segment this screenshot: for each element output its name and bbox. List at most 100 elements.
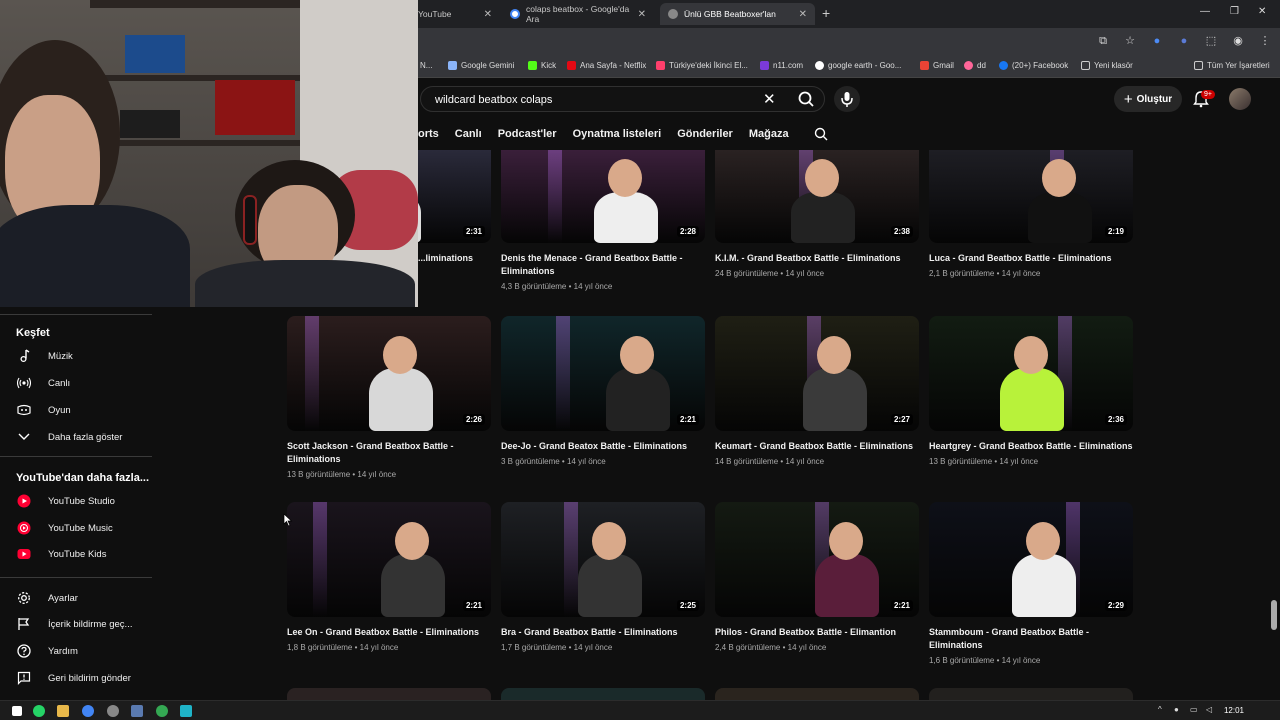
sidebar-item-youtube-kids[interactable]: YouTube Kids bbox=[16, 544, 106, 564]
app-icon[interactable] bbox=[180, 705, 192, 717]
bookmark-item[interactable]: Ana Sayfa - Netflix bbox=[567, 61, 646, 70]
video-title[interactable]: Scott Jackson - Grand Beatbox Battle - E… bbox=[287, 440, 491, 466]
sidebar-item-live[interactable]: Canlı bbox=[16, 373, 70, 393]
chrome-profile-icon[interactable] bbox=[156, 705, 168, 717]
bookmark-item[interactable]: Kick bbox=[528, 61, 556, 70]
extension-icon[interactable]: ● bbox=[1177, 34, 1191, 48]
video-thumbnail[interactable]: 2:29 bbox=[929, 502, 1133, 617]
app-icon[interactable] bbox=[131, 705, 143, 717]
video-thumbnail[interactable]: 2:21 bbox=[715, 502, 919, 617]
video-title[interactable]: Dee-Jo - Grand Beatox Battle - Eliminati… bbox=[501, 440, 705, 453]
chrome-icon[interactable] bbox=[82, 705, 94, 717]
tab-live[interactable]: Canlı bbox=[455, 128, 482, 140]
sidebar-item-youtube-studio[interactable]: YouTube Studio bbox=[16, 491, 115, 511]
video-card[interactable]: 2:38 K.I.M. - Grand Beatbox Battle - Elim… bbox=[715, 150, 919, 278]
tab-shorts[interactable]: orts bbox=[418, 128, 439, 140]
new-tab-icon[interactable]: + bbox=[822, 5, 830, 21]
close-icon[interactable]: ✕ bbox=[638, 9, 646, 20]
search-input[interactable] bbox=[435, 91, 755, 109]
video-thumbnail-partial[interactable] bbox=[929, 688, 1133, 700]
restore-icon[interactable]: ❐ bbox=[1230, 6, 1239, 17]
avatar[interactable] bbox=[1229, 88, 1251, 110]
video-card[interactable]: 2:25 Bra - Grand Beatbox Battle - Elimina… bbox=[501, 502, 705, 652]
video-title[interactable]: Keumart - Grand Beatbox Battle - Elimina… bbox=[715, 440, 919, 453]
video-card[interactable]: 2:19 Luca - Grand Beatbox Battle - Elimin… bbox=[929, 150, 1133, 278]
tab-google-search[interactable]: colaps beatbox - Google'da Ara ✕ bbox=[502, 3, 654, 25]
video-card[interactable]: 2:29 Stammboum - Grand Beatbox Battle - E… bbox=[929, 502, 1133, 665]
video-thumbnail[interactable]: 2:28 bbox=[501, 150, 705, 243]
extensions-puzzle-icon[interactable]: ⬚ bbox=[1204, 34, 1218, 48]
create-button[interactable]: + Oluştur bbox=[1114, 86, 1182, 112]
video-thumbnail[interactable]: 2:21 bbox=[501, 316, 705, 431]
video-title[interactable]: Heartgrey - Grand Beatbox Battle - Elimi… bbox=[929, 440, 1133, 453]
close-window-icon[interactable]: ✕ bbox=[1258, 6, 1266, 17]
menu-kebab-icon[interactable]: ⋮ bbox=[1258, 34, 1272, 48]
video-title[interactable]: Lee On - Grand Beatbox Battle - Eliminat… bbox=[287, 626, 491, 639]
voice-search-button[interactable] bbox=[834, 86, 860, 112]
bookmark-item[interactable]: dd bbox=[964, 61, 986, 70]
bookmark-item[interactable]: Türkiye'deki İkinci El... bbox=[656, 61, 748, 70]
video-thumbnail[interactable]: 2:19 bbox=[929, 150, 1133, 243]
sidebar-item-youtube-music[interactable]: YouTube Music bbox=[16, 518, 113, 538]
bookmark-item[interactable]: n11.com bbox=[760, 61, 803, 70]
clock[interactable]: 12:01 bbox=[1224, 706, 1244, 715]
start-menu-icon[interactable] bbox=[12, 706, 22, 716]
video-thumbnail-partial[interactable] bbox=[715, 688, 919, 700]
bookmark-item[interactable]: Gmail bbox=[920, 61, 954, 70]
sidebar-item-report-history[interactable]: İçerik bildirme geç... bbox=[16, 614, 132, 634]
video-title[interactable]: Denis the Menace - Grand Beatbox Battle … bbox=[501, 252, 705, 278]
file-explorer-icon[interactable] bbox=[57, 705, 69, 717]
video-card[interactable]: 2:26 Scott Jackson - Grand Beatbox Battle… bbox=[287, 316, 491, 479]
whatsapp-icon[interactable] bbox=[33, 705, 45, 717]
close-icon[interactable]: ✕ bbox=[799, 9, 807, 20]
microphone-tray-icon[interactable]: ● bbox=[1174, 705, 1179, 714]
bookmark-item[interactable]: (20+) Facebook bbox=[999, 61, 1068, 70]
tray-chevron-icon[interactable]: ^ bbox=[1158, 705, 1162, 714]
bookmark-item[interactable]: N... bbox=[420, 61, 432, 70]
close-icon[interactable]: ✕ bbox=[484, 9, 492, 20]
sidebar-item-feedback[interactable]: Geri bildirim gönder bbox=[16, 668, 131, 688]
bookmark-item[interactable]: Google Gemini bbox=[448, 61, 514, 70]
tab-posts[interactable]: Gönderiler bbox=[677, 128, 733, 140]
volume-icon[interactable]: ◁ bbox=[1206, 705, 1212, 714]
network-icon[interactable]: ▭ bbox=[1190, 705, 1198, 714]
video-card[interactable]: 2:28 Denis the Menace - Grand Beatbox Bat… bbox=[501, 150, 705, 291]
app-icon[interactable] bbox=[107, 705, 119, 717]
video-title[interactable]: Stammboum - Grand Beatbox Battle - Elimi… bbox=[929, 626, 1133, 652]
bookmark-star-icon[interactable]: ☆ bbox=[1123, 34, 1137, 48]
video-thumbnail[interactable]: 2:27 bbox=[715, 316, 919, 431]
sidebar-item-settings[interactable]: Ayarlar bbox=[16, 588, 78, 608]
video-thumbnail[interactable]: 2:25 bbox=[501, 502, 705, 617]
channel-search-icon[interactable] bbox=[813, 126, 829, 142]
tab-podcasts[interactable]: Podcast'ler bbox=[498, 128, 557, 140]
scrollbar-thumb[interactable] bbox=[1271, 600, 1277, 630]
tab-gbb-beatboxers[interactable]: Ünlü GBB Beatboxer'lan ✕ bbox=[660, 3, 815, 25]
tab-youtube[interactable]: YouTube ✕ bbox=[410, 3, 500, 25]
video-card[interactable]: 2:27 Keumart - Grand Beatbox Battle - Eli… bbox=[715, 316, 919, 466]
video-title[interactable]: K.I.M. - Grand Beatbox Battle - Eliminat… bbox=[715, 252, 919, 265]
video-card[interactable]: 2:36 Heartgrey - Grand Beatbox Battle - E… bbox=[929, 316, 1133, 466]
sidebar-item-music[interactable]: Müzik bbox=[16, 346, 73, 366]
video-thumbnail[interactable]: 2:26 bbox=[287, 316, 491, 431]
clear-search-icon[interactable]: ✕ bbox=[763, 90, 776, 108]
video-thumbnail-partial[interactable] bbox=[287, 688, 491, 700]
minimize-icon[interactable]: — bbox=[1200, 6, 1210, 17]
bookmark-folder[interactable]: Yeni klasör bbox=[1081, 61, 1133, 70]
sidebar-item-help[interactable]: Yardım bbox=[16, 641, 78, 661]
tab-store[interactable]: Mağaza bbox=[749, 128, 789, 140]
all-bookmarks[interactable]: Tüm Yer İşaretleri bbox=[1194, 61, 1270, 70]
video-title[interactable]: Bra - Grand Beatbox Battle - Elimination… bbox=[501, 626, 705, 639]
extension-icon[interactable]: ● bbox=[1150, 34, 1164, 48]
sidebar-item-gaming[interactable]: Oyun bbox=[16, 400, 71, 420]
bookmark-item[interactable]: google earth - Goo... bbox=[815, 61, 901, 70]
video-thumbnail[interactable]: 2:38 bbox=[715, 150, 919, 243]
video-title[interactable]: ...liminations bbox=[418, 252, 498, 265]
tab-playlists[interactable]: Oynatma listeleri bbox=[573, 128, 662, 140]
profile-icon[interactable]: ◉ bbox=[1231, 34, 1245, 48]
video-thumbnail[interactable]: 2:36 bbox=[929, 316, 1133, 431]
video-card[interactable]: 2:21 Lee On - Grand Beatbox Battle - Elim… bbox=[287, 502, 491, 652]
video-title[interactable]: Philos - Grand Beatbox Battle - Elimanti… bbox=[715, 626, 919, 639]
video-thumbnail-partial[interactable] bbox=[501, 688, 705, 700]
install-app-icon[interactable]: ⧉ bbox=[1096, 34, 1110, 48]
video-card[interactable]: 2:21 Dee-Jo - Grand Beatox Battle - Elimi… bbox=[501, 316, 705, 466]
